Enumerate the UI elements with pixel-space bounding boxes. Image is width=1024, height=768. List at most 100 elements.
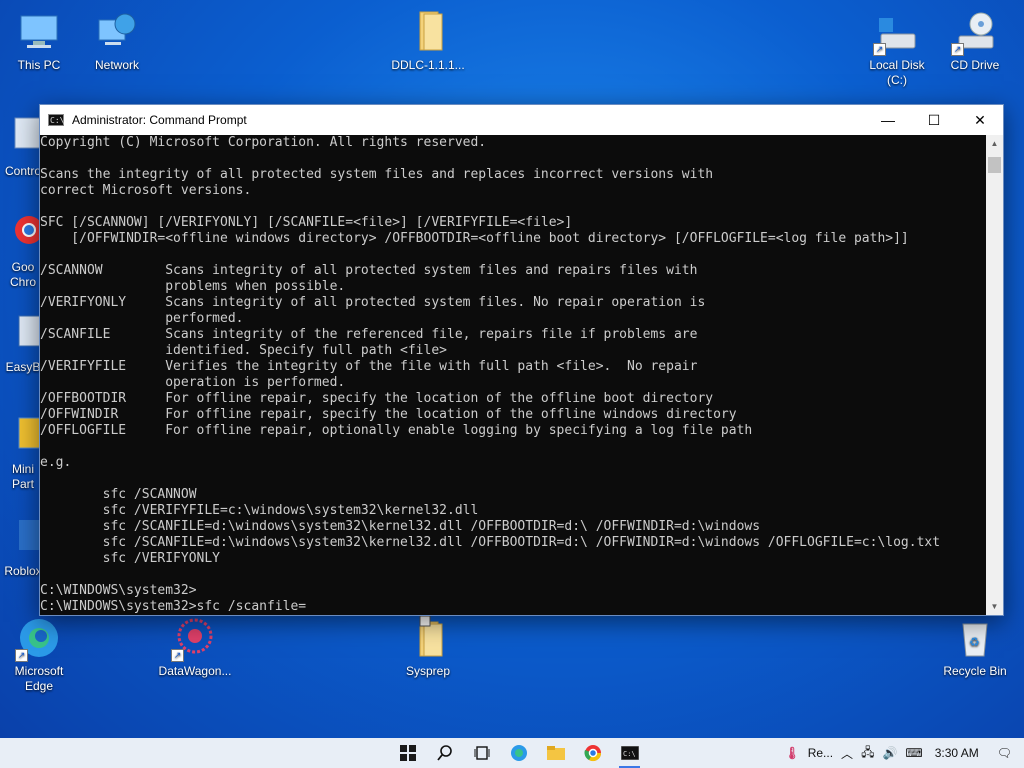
volume-icon[interactable]: 🔊 [878,746,901,760]
datawagon-icon: ↗ [171,616,217,662]
desktop-icon-label: Local Disk (C:) [869,58,925,87]
desktop-icon-local-disk[interactable]: ↗ Local Disk (C:) [858,10,936,88]
vertical-scrollbar[interactable]: ▲ ▼ [986,135,1003,615]
shortcut-arrow-icon: ↗ [873,43,886,56]
desktop-icon-label: Recycle Bin [943,664,1007,678]
console-line: /OFFLOGFILE For offline repair, optional… [40,423,753,438]
console-line: sfc /SCANNOW [40,487,197,502]
desktop-icon-label: DDLC-1.1.1... [391,58,465,72]
search-icon [436,745,452,761]
minimize-button[interactable]: — [865,105,911,135]
console-text: Copyright (C) Microsoft Corporation. All… [40,135,986,615]
desktop-icon-label: Sysprep [405,664,451,678]
console-output[interactable]: Copyright (C) Microsoft Corporation. All… [40,135,986,615]
desktop-icon-ddlc[interactable]: DDLC-1.1.1... [389,10,467,73]
desktop-icon-recycle-bin[interactable]: ♻ Recycle Bin [936,616,1014,679]
desktop-icon-label: Network [94,58,139,72]
notification-text[interactable]: Re... [804,746,837,760]
notification-center-icon[interactable]: 🗨 [993,746,1024,760]
close-button[interactable]: ✕ [957,105,1003,135]
scroll-up-icon[interactable]: ▲ [986,135,1003,152]
cd-drive-icon: ↗ [951,10,997,56]
scroll-down-icon[interactable]: ▼ [986,598,1003,615]
svg-text:♻: ♻ [969,635,980,649]
shortcut-arrow-icon: ↗ [171,649,184,662]
scrollbar-thumb[interactable] [988,157,1001,173]
console-line: /OFFWINDIR For offline repair, specify t… [40,407,737,422]
cmd-icon: C:\ [48,114,65,126]
task-view-icon [474,746,489,760]
desktop-icon-edge[interactable]: ↗ Microsoft Edge [0,616,78,694]
temperature-icon[interactable]: 🌡 [780,746,803,760]
recycle-bin-icon: ♻ [953,616,997,660]
console-line: identified. Specify full path <file> [40,343,447,358]
console-line: e.g. [40,455,72,470]
console-line: problems when possible. [40,279,346,294]
taskbar: C:\ 🌡 Re... ︿ 🖧 🔊 ⌨ 3:30 AM 🗨 [0,738,1024,768]
cmd-taskbar-button[interactable]: C:\ [611,738,648,768]
file-explorer-taskbar-button[interactable] [537,738,574,768]
console-line: SFC [/SCANNOW] [/VERIFYONLY] [/SCANFILE=… [40,215,573,230]
console-line: C:\WINDOWS\system32>sfc /scanfile= [40,599,307,614]
hard-drive-icon: ↗ [873,10,919,56]
desktop-icon-cd-drive[interactable]: ↗ CD Drive [936,10,1014,73]
desktop-icon-label: CD Drive [950,58,1000,72]
network-icon [95,10,139,54]
maximize-button[interactable]: ☐ [911,105,957,135]
network-icon[interactable]: 🖧 [857,743,878,764]
svg-text:C:\: C:\ [623,750,636,758]
keyboard-icon[interactable]: ⌨ [901,746,926,760]
start-button[interactable] [389,738,426,768]
clock[interactable]: 3:30 AM [927,746,993,760]
console-line: C:\WINDOWS\system32> [40,583,197,598]
edge-taskbar-button[interactable] [500,738,537,768]
console-line: /OFFBOOTDIR For offline repair, specify … [40,391,714,406]
shortcut-arrow-icon: ↗ [951,43,964,56]
console-line: sfc /SCANFILE=d:\windows\system32\kernel… [40,535,941,550]
chrome-icon [583,745,601,762]
task-view-button[interactable] [463,738,500,768]
computer-icon [17,10,61,54]
folder-icon [406,615,450,660]
shortcut-arrow-icon: ↗ [15,649,28,662]
console-line: [/OFFWINDIR=<offline windows directory> … [40,231,909,246]
console-line: /VERIFYFILE Verifies the integrity of th… [40,359,698,374]
console-line: Scans the integrity of all protected sys… [40,167,714,182]
desktop-icon-sysprep[interactable]: Sysprep [389,615,467,679]
console-line: sfc /VERIFYFILE=c:\windows\system32\kern… [40,503,479,518]
console-line: sfc /SCANFILE=d:\windows\system32\kernel… [40,519,761,534]
window-titlebar[interactable]: C:\ Administrator: Command Prompt — ☐ ✕ [40,105,1003,135]
command-prompt-window[interactable]: C:\ Administrator: Command Prompt — ☐ ✕ … [39,104,1004,616]
console-line: /SCANNOW Scans integrity of all protecte… [40,263,698,278]
desktop-icon-label: DataWagon... [158,664,232,678]
console-line: performed. [40,311,244,326]
cmd-icon: C:\ [620,746,639,760]
desktop-icon-label: Microsoft Edge [14,664,64,693]
window-title: Administrator: Command Prompt [72,113,247,127]
console-line: /SCANFILE Scans integrity of the referen… [40,327,698,342]
system-tray: 🌡 Re... ︿ 🖧 🔊 ⌨ 3:30 AM 🗨 [780,738,1024,768]
search-button[interactable] [426,738,463,768]
start-icon [399,745,416,761]
chevron-up-icon[interactable]: ︿ [837,745,857,762]
console-line: Copyright (C) Microsoft Corporation. All… [40,135,487,150]
console-line: sfc /VERIFYONLY [40,551,221,566]
console-line: correct Microsoft versions. [40,183,252,198]
chrome-taskbar-button[interactable] [574,738,611,768]
desktop-icon-this-pc[interactable]: This PC [0,10,78,73]
desktop-icon-network[interactable]: Network [78,10,156,73]
edge-icon [510,745,527,761]
desktop-icon-datawagon[interactable]: ↗ DataWagon... [156,616,234,679]
console-line: operation is performed. [40,375,346,390]
edge-icon: ↗ [15,616,61,662]
folder-icon [406,10,450,54]
desktop-icon-label: This PC [17,58,61,72]
file-explorer-icon [546,746,565,760]
console-line: /VERIFYONLY Scans integrity of all prote… [40,295,706,310]
